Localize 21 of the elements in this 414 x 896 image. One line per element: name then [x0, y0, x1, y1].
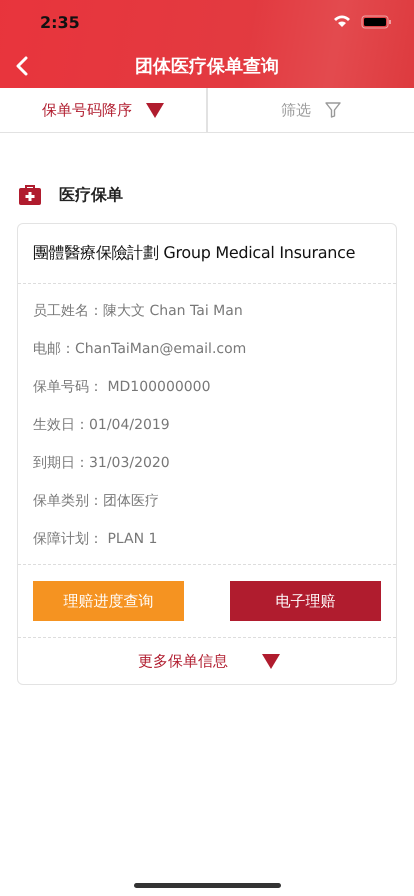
- status-time: 2:35: [40, 12, 80, 32]
- policy-field: 生效日：01/04/2019: [33, 406, 381, 444]
- filter-icon: [325, 102, 341, 118]
- policy-field: 电邮：ChanTaiMan@email.com: [33, 330, 381, 368]
- policy-field: 保障计划： PLAN 1: [33, 520, 381, 558]
- triangle-down-icon: [146, 102, 164, 118]
- more-info-button[interactable]: 更多保单信息: [18, 638, 396, 684]
- policy-field: 保单类别：团体医疗: [33, 482, 381, 520]
- triangle-down-icon: [262, 654, 280, 668]
- medical-kit-icon: [19, 185, 41, 205]
- page-title: 团体医疗保单查询: [135, 55, 279, 78]
- card-title: 團體醫療保險計劃 Group Medical Insurance: [18, 224, 396, 284]
- policy-field: 保单号码： MD100000000: [33, 368, 381, 406]
- back-button[interactable]: [14, 54, 30, 78]
- section-title: 医疗保单: [59, 184, 123, 206]
- battery-icon: [362, 16, 391, 28]
- policy-field: 到期日：31/03/2020: [33, 444, 381, 482]
- wifi-icon: [334, 16, 350, 27]
- back-icon: [16, 56, 28, 76]
- e-claim-button[interactable]: 电子理赔: [230, 581, 381, 621]
- policy-field: 员工姓名：陳大文 Chan Tai Man: [33, 292, 381, 330]
